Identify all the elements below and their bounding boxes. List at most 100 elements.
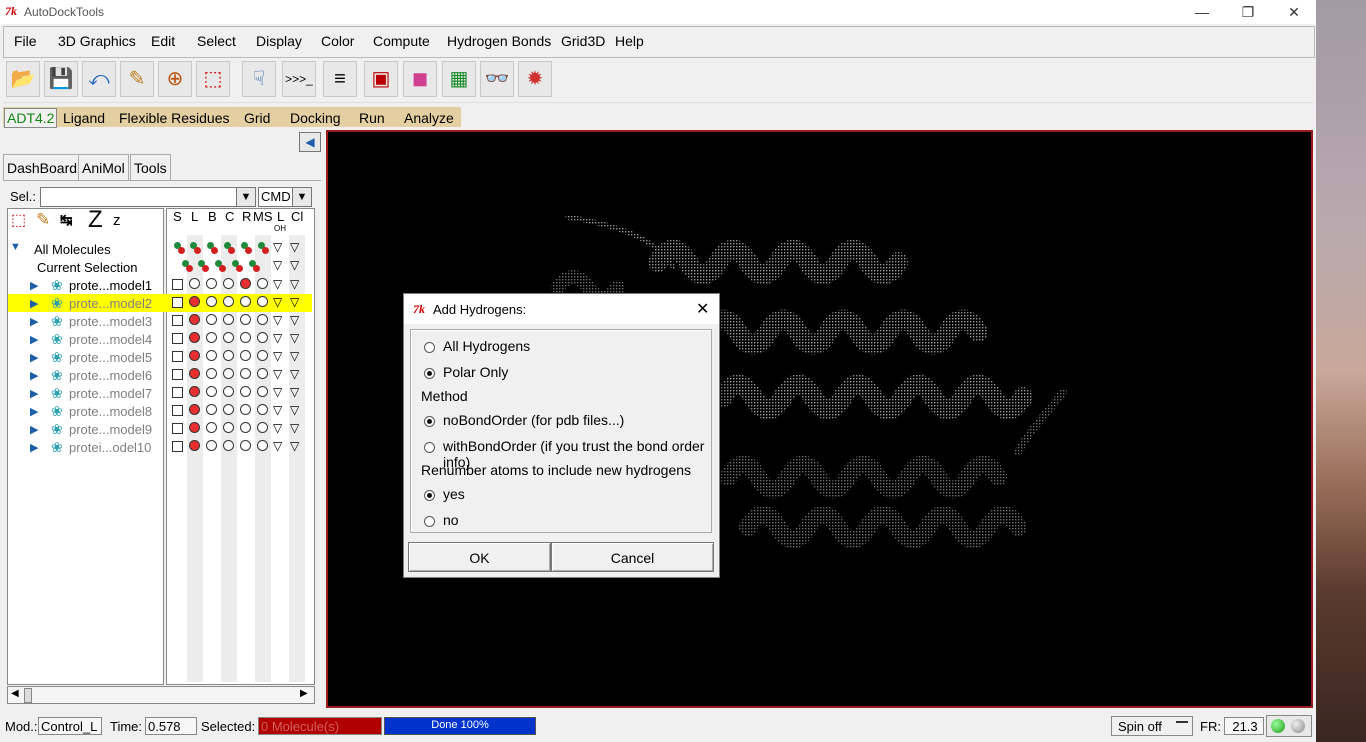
- show-checkbox[interactable]: [172, 387, 183, 398]
- select-tool-icon[interactable]: ⬚: [11, 210, 26, 230]
- menu-display[interactable]: Display: [256, 33, 302, 49]
- color-toggle-icon[interactable]: ▽: [290, 367, 299, 381]
- representation-toggle[interactable]: [189, 404, 200, 415]
- expand-molecule-icon[interactable]: ▶: [30, 441, 38, 454]
- molecule-name[interactable]: prote...model8: [69, 404, 152, 419]
- color-toggle-icon[interactable]: ▽: [290, 403, 299, 417]
- label-toggle-icon[interactable]: ▽: [273, 439, 282, 453]
- menu-hydrogen-bonds[interactable]: Hydrogen Bonds: [447, 33, 551, 49]
- representation-toggle[interactable]: [189, 278, 200, 289]
- pencil-tool-icon[interactable]: ✎: [36, 210, 50, 230]
- representation-toggle[interactable]: [257, 368, 268, 379]
- option-renumber-no[interactable]: no: [443, 512, 459, 528]
- status-lights[interactable]: [1266, 715, 1312, 737]
- representation-toggle[interactable]: [240, 404, 251, 415]
- color-toggle-icon[interactable]: ▽: [290, 385, 299, 399]
- representation-toggle[interactable]: [223, 422, 234, 433]
- molecule-name[interactable]: prote...model6: [69, 368, 152, 383]
- expand-all-icon[interactable]: ▼: [10, 241, 21, 253]
- selection-dropdown-icon[interactable]: ▼: [236, 187, 256, 207]
- col-header-l[interactable]: L: [191, 209, 198, 224]
- zoom-large-icon[interactable]: Z: [88, 206, 103, 234]
- representation-toggle[interactable]: [189, 296, 200, 307]
- console-icon[interactable]: ▣: [364, 61, 398, 97]
- representation-toggle[interactable]: [223, 296, 234, 307]
- representation-toggle[interactable]: [257, 278, 268, 289]
- save-icon[interactable]: 💾: [44, 61, 78, 97]
- representation-toggle[interactable]: [206, 422, 217, 433]
- label-toggle-icon[interactable]: ▽: [273, 313, 282, 327]
- color-toggle-icon[interactable]: ▽: [290, 349, 299, 363]
- tab-flexible-residues[interactable]: Flexible Residues: [119, 110, 230, 126]
- representation-toggle[interactable]: [223, 440, 234, 451]
- col-header-b[interactable]: B: [208, 209, 217, 224]
- representation-toggle[interactable]: [206, 404, 217, 415]
- label-toggle-icon[interactable]: ▽: [273, 349, 282, 363]
- representation-toggle[interactable]: [240, 350, 251, 361]
- representation-toggle[interactable]: [206, 278, 217, 289]
- representation-toggle[interactable]: [189, 350, 200, 361]
- menu-select[interactable]: Select: [197, 33, 236, 49]
- representation-toggle[interactable]: [223, 386, 234, 397]
- color-toggle-icon[interactable]: ▽: [290, 313, 299, 327]
- label-toggle-icon[interactable]: ▽: [273, 277, 282, 291]
- indicator-dot[interactable]: [236, 265, 243, 272]
- zoom-small-icon[interactable]: z: [113, 212, 121, 229]
- indicator-dot[interactable]: [178, 247, 185, 254]
- cmd-field[interactable]: CMD: [258, 187, 296, 207]
- col-header-c[interactable]: C: [225, 209, 234, 224]
- representation-toggle[interactable]: [206, 368, 217, 379]
- tab-animol[interactable]: AniMol: [78, 154, 129, 180]
- menu-compute[interactable]: Compute: [373, 33, 430, 49]
- label-toggle-icon[interactable]: ▽: [273, 367, 282, 381]
- label-toggle-icon[interactable]: ▽: [273, 403, 282, 417]
- molecule-name[interactable]: prote...model4: [69, 332, 152, 347]
- tab-tools[interactable]: Tools: [130, 154, 171, 180]
- scroll-left-icon[interactable]: ◀: [11, 688, 19, 699]
- crosshair-icon[interactable]: ⊕: [158, 61, 192, 97]
- color-toggle-icon[interactable]: ▽: [290, 258, 299, 272]
- minimize-button[interactable]: —: [1179, 0, 1225, 24]
- representation-toggle[interactable]: [189, 332, 200, 343]
- indicator-dot[interactable]: [262, 247, 269, 254]
- representation-toggle[interactable]: [257, 386, 268, 397]
- pencil-icon[interactable]: ✎: [120, 61, 154, 97]
- representation-toggle[interactable]: [189, 386, 200, 397]
- tab-adt42[interactable]: ADT4.2: [4, 108, 58, 128]
- representation-toggle[interactable]: [257, 404, 268, 415]
- label-toggle-icon[interactable]: ▽: [273, 258, 282, 272]
- expand-molecule-icon[interactable]: ▶: [30, 351, 38, 364]
- indicator-dot[interactable]: [228, 247, 235, 254]
- representation-toggle[interactable]: [240, 314, 251, 325]
- color-toggle-icon[interactable]: ▽: [290, 331, 299, 345]
- col-header-l2[interactable]: L: [277, 209, 284, 224]
- option-no-bond-order[interactable]: noBondOrder (for pdb files...): [443, 412, 624, 428]
- dialog-close-icon[interactable]: ✕: [696, 299, 709, 319]
- expand-molecule-icon[interactable]: ▶: [30, 297, 38, 310]
- representation-toggle[interactable]: [257, 422, 268, 433]
- show-checkbox[interactable]: [172, 405, 183, 416]
- representation-toggle[interactable]: [206, 440, 217, 451]
- menu-file[interactable]: File: [14, 33, 37, 49]
- molecule-name[interactable]: prote...model3: [69, 314, 152, 329]
- representation-toggle[interactable]: [257, 332, 268, 343]
- undo-icon[interactable]: ⤺: [82, 61, 116, 97]
- radio-renumber-no[interactable]: [424, 516, 435, 527]
- representation-toggle[interactable]: [240, 332, 251, 343]
- menu-grid3d[interactable]: Grid3D: [561, 33, 605, 49]
- representation-toggle[interactable]: [257, 314, 268, 325]
- indicator-dot[interactable]: [202, 265, 209, 272]
- representation-toggle[interactable]: [189, 368, 200, 379]
- label-toggle-icon[interactable]: ▽: [273, 240, 282, 254]
- scroll-right-icon[interactable]: ▶: [300, 688, 308, 699]
- show-checkbox[interactable]: [172, 297, 183, 308]
- representation-toggle[interactable]: [240, 368, 251, 379]
- representation-toggle[interactable]: [206, 386, 217, 397]
- menu-edit[interactable]: Edit: [151, 33, 175, 49]
- menu-color[interactable]: Color: [321, 33, 354, 49]
- radio-all-hydrogens[interactable]: [424, 342, 435, 353]
- color-toggle-icon[interactable]: ▽: [290, 295, 299, 309]
- representation-toggle[interactable]: [206, 314, 217, 325]
- indicator-dot[interactable]: [219, 265, 226, 272]
- show-checkbox[interactable]: [172, 315, 183, 326]
